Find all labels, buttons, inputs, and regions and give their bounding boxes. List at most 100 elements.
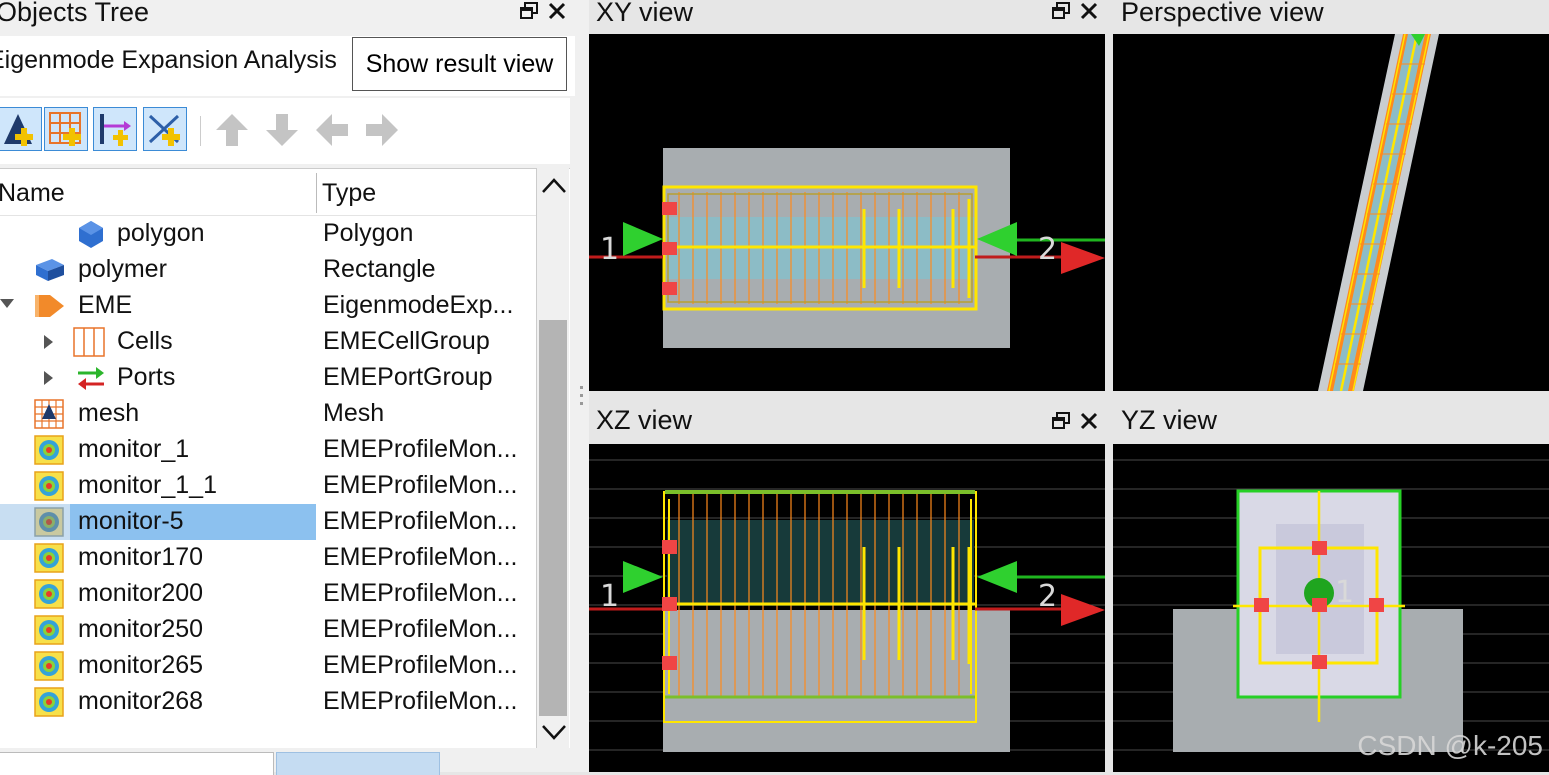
- perspective-view-title: Perspective view: [1121, 0, 1324, 27]
- xy-port-2-label: 2: [1038, 232, 1057, 267]
- add-mesh-icon[interactable]: [44, 107, 88, 151]
- yz-port-1-label: 1: [1335, 575, 1354, 610]
- row-name: monitor268: [78, 687, 204, 715]
- expand-icon[interactable]: [44, 371, 53, 385]
- tree-toolbar: [0, 98, 570, 164]
- scroll-thumb[interactable]: [539, 320, 567, 716]
- perspective-viewport[interactable]: [1113, 34, 1549, 391]
- objects-tree-table: Name Type polygon Polygon polymer Rectan…: [0, 168, 570, 749]
- row-type: EMEProfileMon...: [323, 435, 518, 463]
- row-type: EMEProfileMon...: [323, 579, 518, 607]
- tree-row-monitor-5[interactable]: monitor-5 EMEProfileMon...: [0, 504, 536, 540]
- tree-row-monitor268[interactable]: monitor268 EMEProfileMon...: [0, 684, 536, 720]
- monitor-icon: [34, 579, 64, 609]
- xz-port-2-label: 2: [1038, 579, 1057, 614]
- row-name: monitor_1: [78, 435, 190, 463]
- scroll-up-icon[interactable]: [541, 176, 567, 201]
- row-name: monitor_1_1: [78, 471, 217, 499]
- row-type: Rectangle: [323, 255, 436, 283]
- row-type: EMEProfileMon...: [323, 471, 518, 499]
- objects-tree-panel: Objects Tree Eigenmode Expansion Analysi…: [0, 0, 575, 775]
- row-type: EMEPortGroup: [323, 363, 493, 391]
- eme-solver-icon: [34, 291, 64, 321]
- monitor-icon: [34, 615, 64, 645]
- monitor-icon: [34, 651, 64, 681]
- row-type: EMEProfileMon...: [323, 687, 518, 715]
- row-type: Polygon: [323, 219, 414, 247]
- row-name: monitor200: [78, 579, 204, 607]
- tree-row-monitor170[interactable]: monitor170 EMEProfileMon...: [0, 540, 536, 576]
- row-name: EME: [78, 291, 133, 319]
- tree-row-cells[interactable]: Cells EMECellGroup: [0, 324, 536, 360]
- arrow-right-icon[interactable]: [360, 108, 404, 152]
- arrow-left-icon[interactable]: [310, 108, 354, 152]
- rectangle-icon: [34, 255, 64, 285]
- row-type: Mesh: [323, 399, 385, 427]
- column-header-type[interactable]: Type: [322, 171, 376, 215]
- row-name: polymer: [78, 255, 167, 283]
- row-type: EMECellGroup: [323, 327, 490, 355]
- tree-row-monitor200[interactable]: monitor200 EMEProfileMon...: [0, 576, 536, 612]
- row-name: monitor250: [78, 615, 204, 643]
- analysis-row: Eigenmode Expansion Analysis Show result…: [0, 36, 575, 96]
- add-structure-icon[interactable]: [0, 107, 42, 151]
- restore-icon[interactable]: [1050, 0, 1072, 22]
- monitor-icon: [34, 507, 64, 537]
- monitor-icon: [34, 543, 64, 573]
- row-type: EMEProfileMon...: [323, 615, 518, 643]
- polygon-icon: [76, 219, 106, 249]
- xy-port-1-label: 1: [600, 232, 619, 267]
- row-name: Ports: [117, 363, 176, 391]
- ports-icon: [76, 363, 106, 393]
- tree-row-monitor265[interactable]: monitor265 EMEProfileMon...: [0, 648, 536, 684]
- close-icon[interactable]: [546, 0, 568, 22]
- mesh-icon: [34, 399, 64, 429]
- tree-row-mesh[interactable]: mesh Mesh: [0, 396, 536, 432]
- collapse-icon[interactable]: [0, 299, 14, 308]
- arrow-down-icon[interactable]: [260, 108, 304, 152]
- bottom-tab-bar: [0, 748, 575, 775]
- tree-row-monitor250[interactable]: monitor250 EMEProfileMon...: [0, 612, 536, 648]
- close-icon[interactable]: [1078, 410, 1100, 432]
- tree-row-polygon[interactable]: polygon Polygon: [0, 216, 536, 252]
- monitor-icon: [34, 471, 64, 501]
- row-name: monitor170: [78, 543, 204, 571]
- row-type: EMEProfileMon...: [323, 507, 518, 535]
- analysis-label: Eigenmode Expansion Analysis: [0, 46, 337, 74]
- close-icon[interactable]: [1078, 0, 1100, 22]
- restore-icon[interactable]: [1050, 410, 1072, 432]
- watermark: CSDN @k-205: [1357, 730, 1543, 761]
- row-name: monitor-5: [78, 507, 184, 535]
- arrow-up-icon[interactable]: [210, 108, 254, 152]
- objects-tree-title: Objects Tree: [0, 0, 150, 27]
- expand-icon[interactable]: [44, 335, 53, 349]
- cells-icon: [73, 327, 105, 357]
- restore-icon[interactable]: [518, 0, 540, 22]
- monitor-icon: [34, 435, 64, 465]
- row-name: monitor265: [78, 651, 204, 679]
- row-name: Cells: [117, 327, 173, 355]
- monitor-icon: [34, 687, 64, 717]
- column-header-name[interactable]: Name: [0, 171, 65, 215]
- add-port-icon[interactable]: [93, 107, 137, 151]
- tree-row-polymer[interactable]: polymer Rectangle: [0, 252, 536, 288]
- yz-viewport[interactable]: 1 CSDN @k-205: [1113, 444, 1549, 772]
- tree-row-eme[interactable]: EME EigenmodeExp...: [0, 288, 536, 324]
- xz-viewport[interactable]: 1 2: [589, 444, 1105, 772]
- tree-row-monitor-1[interactable]: monitor_1 EMEProfileMon...: [0, 432, 536, 468]
- yz-view-title: YZ view: [1121, 405, 1218, 435]
- scroll-down-icon[interactable]: [541, 722, 567, 747]
- row-type: EMEProfileMon...: [323, 543, 518, 571]
- row-name: polygon: [117, 219, 205, 247]
- tree-row-ports[interactable]: Ports EMEPortGroup: [0, 360, 536, 396]
- row-type: EMEProfileMon...: [323, 651, 518, 679]
- show-result-view-button[interactable]: Show result view: [352, 37, 567, 91]
- xy-viewport[interactable]: 1 2: [589, 34, 1105, 391]
- xz-port-1-label: 1: [600, 579, 619, 614]
- tree-row-monitor-1-1[interactable]: monitor_1_1 EMEProfileMon...: [0, 468, 536, 504]
- xy-view-title: XY view: [596, 0, 694, 27]
- add-monitor-icon[interactable]: [143, 107, 187, 151]
- panel-splitter[interactable]: [575, 0, 589, 772]
- xz-view-title: XZ view: [596, 405, 693, 435]
- tree-scrollbar[interactable]: [536, 168, 569, 748]
